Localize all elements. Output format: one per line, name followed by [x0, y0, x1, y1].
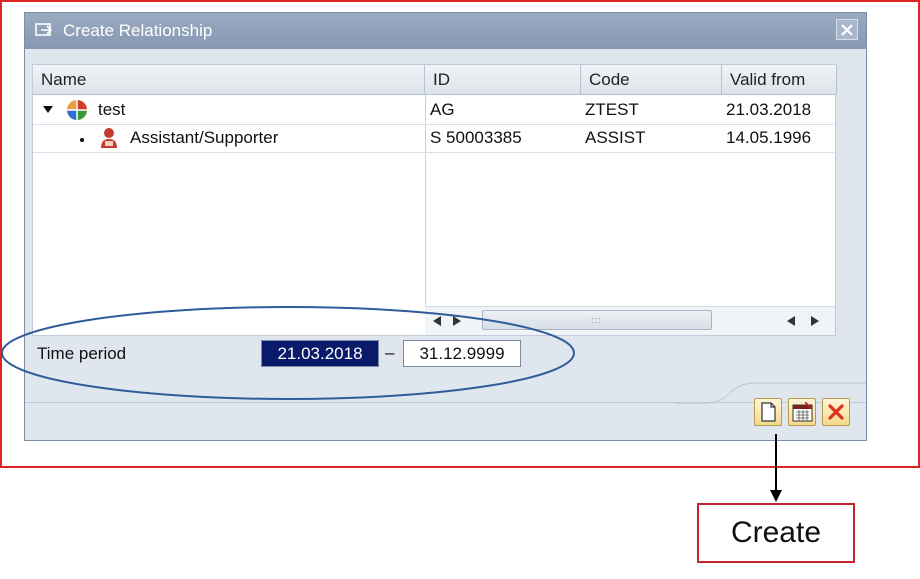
create-button[interactable]: [754, 398, 782, 426]
row-code: ZTEST: [585, 100, 639, 119]
column-header-id[interactable]: ID: [425, 65, 581, 95]
row-id: AG: [430, 100, 455, 119]
scroll-left-icon[interactable]: [787, 316, 795, 326]
expand-triangle-icon[interactable]: [43, 106, 53, 114]
dialog-icon: [35, 23, 53, 36]
row-valid-from: 14.05.1996: [726, 128, 812, 147]
grip-icon: :::: [591, 315, 602, 325]
org-unit-icon: [67, 100, 87, 120]
close-icon: [841, 24, 853, 36]
title-bar: Create Relationship: [25, 13, 866, 49]
person-icon: [101, 128, 117, 148]
row-id: S 50003385: [430, 128, 522, 147]
close-button[interactable]: [836, 19, 858, 40]
callout-arrow-line: [775, 434, 777, 492]
column-header-name[interactable]: Name: [33, 65, 425, 95]
dialog-title: Create Relationship: [63, 21, 213, 40]
row-divider: [33, 152, 837, 153]
bullet-icon: [80, 138, 84, 142]
row-valid-from: 21.03.2018: [726, 100, 812, 119]
cancel-icon: [828, 404, 844, 420]
scroll-right-icon[interactable]: [811, 316, 819, 326]
relationship-tree: Name ID Code Valid from test AG ZTEST 21…: [32, 64, 837, 336]
calendar-button[interactable]: [788, 398, 816, 426]
cancel-button[interactable]: [822, 398, 850, 426]
create-callout-label: Create: [697, 503, 855, 563]
row-code: ASSIST: [585, 128, 646, 147]
column-header-valid-from[interactable]: Valid from: [722, 65, 837, 95]
row-name: test: [98, 100, 126, 119]
highlight-ellipse: [1, 306, 575, 400]
calendar-icon: [792, 402, 813, 422]
row-name: Assistant/Supporter: [130, 128, 279, 147]
callout-arrow-head: [770, 490, 782, 502]
column-header-code[interactable]: Code: [581, 65, 722, 95]
create-icon: [761, 402, 776, 422]
